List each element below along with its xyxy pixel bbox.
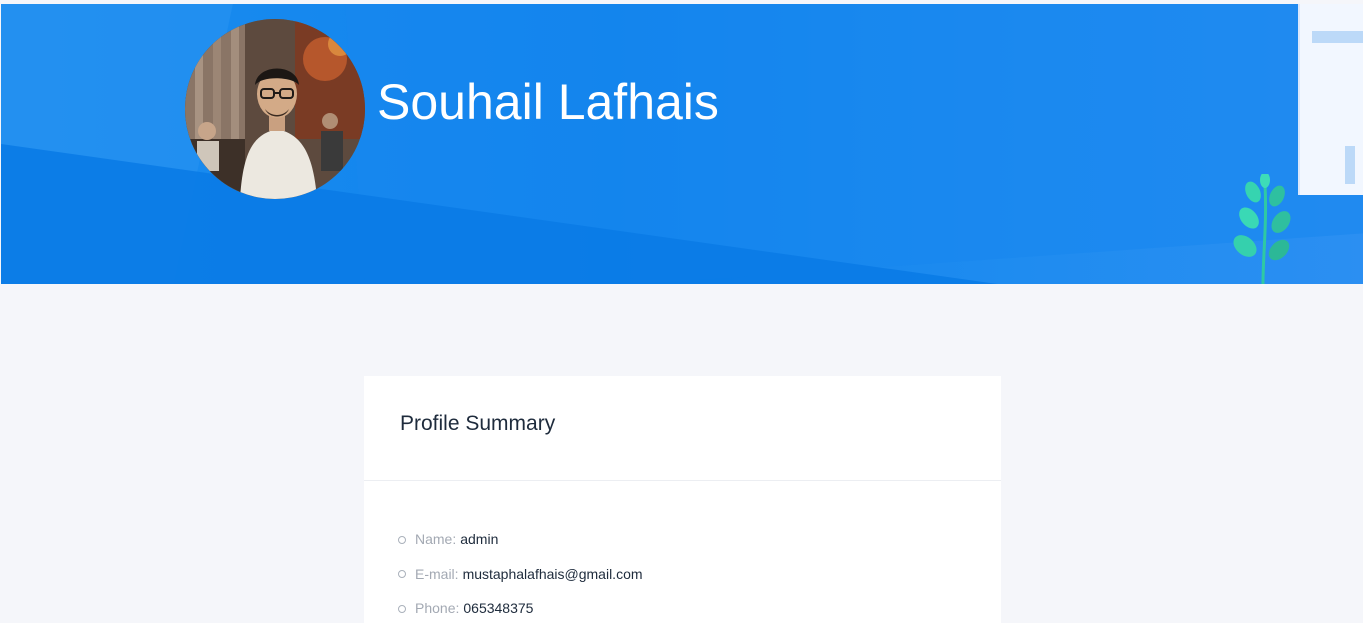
list-item-phone: Phone: 065348375 xyxy=(398,591,643,623)
card-title: Profile Summary xyxy=(400,412,556,435)
avatar xyxy=(185,19,365,199)
profile-banner: Souhail Lafhais xyxy=(1,4,1363,284)
banner-decoration-card xyxy=(1298,4,1363,195)
info-label: Phone: xyxy=(415,600,460,617)
profile-page: Souhail Lafhais Profile Summary Name: ad… xyxy=(0,0,1363,623)
banner-card-line xyxy=(1345,146,1355,184)
bullet-circle-icon xyxy=(398,570,406,579)
info-label: Name: xyxy=(415,531,457,548)
avatar-photo xyxy=(185,19,365,199)
list-item-name: Name: admin xyxy=(398,522,643,557)
card-header: Profile Summary xyxy=(364,376,1001,481)
info-label: E-mail: xyxy=(415,565,459,582)
bullet-circle-icon xyxy=(398,604,406,613)
info-value: mustaphalafhais@gmail.com xyxy=(462,565,643,582)
bullet-circle-icon xyxy=(398,535,406,544)
info-value: admin xyxy=(460,531,499,548)
profile-summary-card: Profile Summary Name: admin E-mail: must… xyxy=(364,376,1001,623)
banner-card-line xyxy=(1312,31,1363,43)
info-value: 065348375 xyxy=(463,600,534,617)
plant-illustration xyxy=(1233,174,1291,284)
profile-info-list: Name: admin E-mail: mustaphalafhais@gmai… xyxy=(398,522,643,623)
list-item-email: E-mail: mustaphalafhais@gmail.com xyxy=(398,557,643,592)
profile-name: Souhail Lafhais xyxy=(377,74,719,130)
